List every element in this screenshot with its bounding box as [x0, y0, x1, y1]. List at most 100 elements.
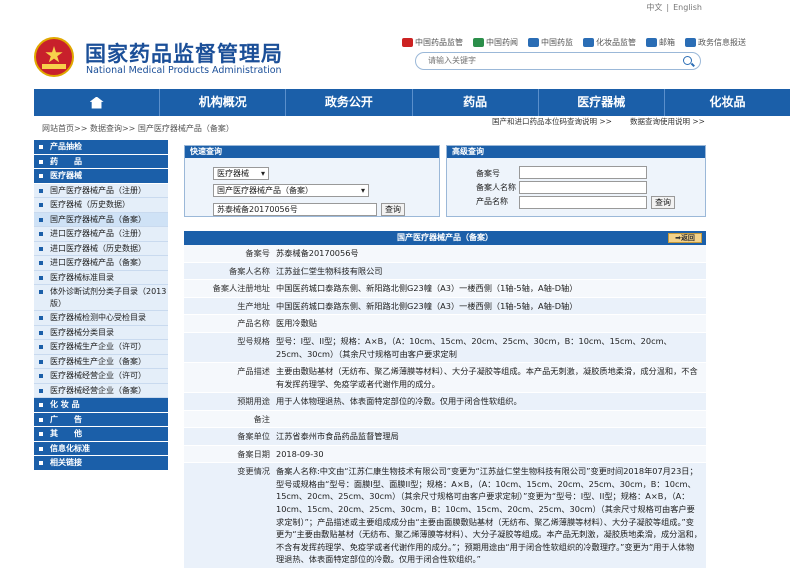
code-query-help-link[interactable]: 国产和进口药品本位码查询说明 >> [492, 116, 612, 127]
sidebar-item[interactable]: 化 妆 品 [34, 398, 168, 413]
quick-search-button[interactable]: 查询 [381, 203, 405, 216]
wechat-icon [473, 38, 484, 47]
database-select[interactable]: 国产医疗器械产品（备案） [213, 184, 369, 197]
field-label: 预期用途 [237, 396, 270, 407]
sidebar-item[interactable]: 医疗器械经营企业（备案） [34, 383, 168, 398]
phone-icon [583, 38, 594, 47]
weibo-icon [402, 38, 413, 47]
table-row: 备案号 苏泰械备20170056号 [184, 245, 706, 263]
sidebar-item[interactable]: 医疗器械（历史数据） [34, 198, 168, 213]
detail-header: 国产医疗器械产品（备案） ➡返回 [184, 231, 706, 245]
sidebar-item[interactable]: 国产医疗器械产品（注册） [34, 183, 168, 198]
nav-drugs[interactable]: 药品 [411, 89, 538, 116]
query-help-link[interactable]: 数据查询使用说明 >> [630, 116, 705, 127]
field-value: 中国医药城口泰路东侧、新阳路北侧G23幢（A3）一楼西侧（1轴-5轴，A轴-D轴… [276, 300, 578, 311]
table-row: 备注 [184, 410, 706, 428]
site-title-cn: 国家药品监督管理局 [85, 42, 283, 66]
sidebar-item[interactable]: 医疗器械检测中心受检目录 [34, 311, 168, 326]
field-value: 江苏省泰州市食品药品监督管理局 [276, 430, 399, 441]
sidebar-item[interactable]: 医疗器械生产企业（许可） [34, 340, 168, 355]
field-value: 中国医药城口泰路东侧、新阳路北侧G23幢（A3）一楼西侧（1轴-5轴，A轴-D轴… [276, 283, 578, 294]
top-link-mail[interactable]: 邮箱 [646, 37, 675, 48]
sidebar-item[interactable]: 信息化标准 [34, 441, 168, 456]
mail-icon [646, 38, 657, 47]
advanced-search-button[interactable]: 查询 [651, 196, 675, 209]
sidebar-item[interactable]: 相关链接 [34, 456, 168, 471]
phone-icon [528, 38, 539, 47]
field-label: 备案日期 [237, 448, 270, 459]
product-name-input[interactable] [519, 196, 647, 209]
filer-name-label: 备案人名称 [476, 183, 516, 192]
sidebar-item[interactable]: 医疗器械生产企业（备案） [34, 354, 168, 369]
sidebar-item[interactable]: 进口医疗器械产品（注册） [34, 227, 168, 242]
lang-separator: | [666, 3, 670, 12]
sidebar-item[interactable]: 广 告 [34, 412, 168, 427]
table-row: 备案人注册地址 中国医药城口泰路东侧、新阳路北侧G23幢（A3）一楼西侧（1轴-5… [184, 280, 706, 298]
search-input[interactable] [428, 56, 668, 65]
field-value: 医用冷敷贴 [276, 318, 317, 329]
field-label: 变更情况 [237, 466, 270, 477]
table-row: 备案单位 江苏省泰州市食品药品监督管理局 [184, 427, 706, 446]
record-no-input[interactable] [519, 166, 647, 179]
lang-en-link[interactable]: English [673, 3, 702, 12]
record-no-label: 备案号 [476, 169, 500, 178]
table-row: 产品描述 主要由敷贴基材（无纺布、聚乙烯薄膜等材料）、大分子凝胶等组成。本产品无刺… [184, 363, 706, 394]
field-value: 2018-09-30 [276, 448, 324, 459]
report-icon [685, 38, 696, 47]
national-emblem-icon [34, 37, 74, 77]
filer-name-input[interactable] [519, 181, 647, 194]
nav-devices[interactable]: 医疗器械 [537, 89, 664, 116]
field-value: 主要由敷贴基材（无纺布、聚乙烯薄膜等材料）、大分子凝胶等组成。本产品无刺激，凝胶… [276, 366, 698, 389]
field-label: 型号规格 [237, 335, 270, 346]
field-value: 备案人名称:中文由“江苏仁康生物技术有限公司”变更为“江苏益仁堂生物科技有限公司… [276, 466, 702, 565]
field-label: 备案单位 [237, 430, 270, 441]
sidebar-item[interactable]: 体外诊断试剂分类子目录（2013版） [34, 285, 168, 311]
search-icon[interactable] [683, 56, 692, 65]
top-link-app[interactable]: 中国药监 [528, 37, 573, 48]
field-value: 江苏益仁堂生物科技有限公司 [276, 265, 383, 276]
field-label: 备案人名称 [229, 265, 270, 276]
sidebar-item[interactable]: 进口医疗器械（历史数据） [34, 241, 168, 256]
detail-rows: 备案号 苏泰械备20170056号 备案人名称 江苏益仁堂生物科技有限公司 备案人注册地… [184, 245, 706, 569]
field-label: 生产地址 [237, 300, 270, 311]
product-name-label: 产品名称 [476, 197, 508, 206]
advanced-search-panel: 高级查询 备案号 备案人名称 产品名称 查询 [446, 145, 706, 217]
sidebar-item[interactable]: 进口医疗器械产品（备案） [34, 256, 168, 271]
breadcrumb: 网站首页>> 数据查询>> 国产医疗器械产品（备案） [42, 124, 234, 133]
lang-cn-link[interactable]: 中文 [646, 3, 662, 12]
detail-table: 国产医疗器械产品（备案） ➡返回 备案号 苏泰械备20170056号 备案人名称 江苏… [184, 231, 706, 569]
sidebar-item[interactable]: 医疗器械分类目录 [34, 325, 168, 340]
sidebar-item[interactable]: 药 品 [34, 154, 168, 169]
top-link-report[interactable]: 政务信息报送 [685, 37, 746, 48]
language-switch: 中文 | English [644, 2, 704, 13]
sidebar-item[interactable]: 其 他 [34, 427, 168, 442]
sidebar-item[interactable]: 医疗器械标准目录 [34, 270, 168, 285]
table-row: 产品名称 医用冷敷贴 [184, 315, 706, 333]
quick-search-input[interactable]: 苏泰械备20170056号 [213, 203, 377, 216]
nav-cosmetics[interactable]: 化妆品 [663, 89, 790, 116]
table-row: 备案人名称 江苏益仁堂生物科技有限公司 [184, 262, 706, 281]
quick-search-panel: 快速查询 医疗器械 国产医疗器械产品（备案） 苏泰械备20170056号 查询 [184, 145, 440, 217]
top-link-cosmetics[interactable]: 化妆品监管 [583, 37, 636, 48]
site-title-en: National Medical Products Administration [86, 65, 282, 76]
field-label: 备案号 [245, 248, 270, 258]
back-button[interactable]: ➡返回 [668, 233, 702, 243]
top-link-wechat[interactable]: 中国药闻 [473, 37, 518, 48]
nav-home[interactable] [34, 89, 159, 116]
nav-org[interactable]: 机构概况 [159, 89, 285, 116]
sidebar-item[interactable]: 医疗器械 [34, 169, 168, 184]
top-link-weibo[interactable]: 中国药品监管 [402, 37, 463, 48]
category-select[interactable]: 医疗器械 [213, 167, 269, 180]
table-row: 预期用途 用于人体物理退热、体表面特定部位的冷敷。仅用于闭合性软组织。 [184, 393, 706, 411]
field-value: 苏泰械备20170056号 [276, 248, 359, 258]
table-row: 备案日期 2018-09-30 [184, 445, 706, 464]
field-label: 产品描述 [237, 366, 270, 377]
field-value: 用于人体物理退热、体表面特定部位的冷敷。仅用于闭合性软组织。 [276, 396, 522, 407]
nav-gov[interactable]: 政务公开 [285, 89, 411, 116]
field-value: 型号：I型、II型；规格：A×B，（A：10cm、15cm、20cm、25cm、… [276, 335, 672, 359]
sidebar-item[interactable]: 产品抽检 [34, 140, 168, 155]
sidebar-item[interactable]: 医疗器械经营企业（许可） [34, 369, 168, 384]
field-label: 备注 [253, 413, 270, 424]
search-box [415, 52, 701, 70]
sidebar-item[interactable]: 国产医疗器械产品（备案） [34, 212, 168, 227]
